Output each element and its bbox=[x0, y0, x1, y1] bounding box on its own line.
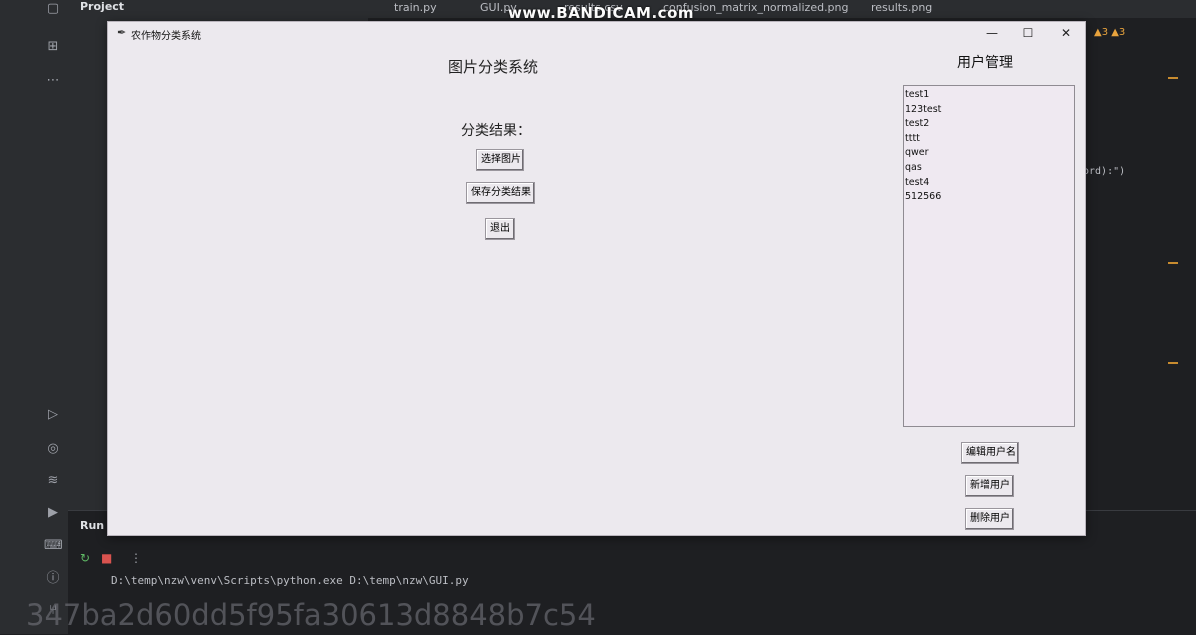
list-item[interactable]: tttt bbox=[905, 132, 1074, 147]
hash-watermark: 347ba2d60dd5f95fa30613d8848b7c54 bbox=[26, 598, 596, 632]
tab-train-py[interactable]: train.py bbox=[394, 0, 437, 16]
more-options-icon[interactable]: ⋮ bbox=[130, 551, 142, 565]
change-marker bbox=[1168, 362, 1178, 364]
delete-user-button[interactable]: 删除用户 bbox=[965, 508, 1014, 530]
list-item[interactable]: test1 bbox=[905, 88, 1074, 103]
save-result-button[interactable]: 保存分类结果 bbox=[466, 182, 535, 204]
change-marker bbox=[1168, 77, 1178, 79]
problems-icon[interactable]: ⓘ bbox=[44, 570, 62, 588]
run-icon[interactable]: ▷ bbox=[44, 406, 62, 424]
window-title: 农作物分类系统 bbox=[131, 31, 201, 42]
warning-count[interactable]: ▲3 ▲3 bbox=[1094, 27, 1125, 38]
ide-tool-strip bbox=[0, 0, 39, 634]
add-user-button[interactable]: 新增用户 bbox=[965, 475, 1014, 497]
editor-tab-bar: train.py GUI.py results.csv confusion_ma… bbox=[368, 0, 1196, 19]
terminal-icon[interactable]: ⌨ bbox=[44, 537, 63, 555]
app-title: 图片分类系统 bbox=[448, 58, 539, 76]
python-console-icon[interactable]: ◎ bbox=[44, 440, 62, 458]
list-item[interactable]: test2 bbox=[905, 117, 1074, 132]
code-fragment: ord):") bbox=[1083, 166, 1126, 177]
more-icon[interactable]: ⋯ bbox=[44, 72, 62, 90]
window-titlebar[interactable]: ✒ 农作物分类系统 — ☐ ✕ bbox=[108, 22, 1085, 44]
list-item[interactable]: 123test bbox=[905, 103, 1074, 118]
feather-icon: ✒ bbox=[117, 26, 127, 39]
exit-button[interactable]: 退出 bbox=[485, 218, 515, 240]
edit-username-button[interactable]: 编辑用户名 bbox=[961, 442, 1019, 464]
minimize-button[interactable]: — bbox=[974, 23, 1010, 43]
layers-icon[interactable]: ≋ bbox=[44, 472, 62, 490]
app-window: ✒ 农作物分类系统 — ☐ ✕ 图片分类系统 分类结果： 选择图片 保存分类结果… bbox=[107, 21, 1086, 536]
select-image-button[interactable]: 选择图片 bbox=[476, 149, 524, 171]
user-management-title: 用户管理 bbox=[957, 55, 1013, 71]
list-item[interactable]: qwer bbox=[905, 146, 1074, 161]
recorder-watermark: www.BANDICAM.com bbox=[508, 4, 695, 22]
structure-icon[interactable]: ⊞ bbox=[44, 38, 62, 56]
tab-results-png[interactable]: results.png bbox=[871, 0, 932, 16]
user-listbox[interactable]: test1 123test test2 tttt qwer qas test4 … bbox=[903, 85, 1075, 427]
list-item[interactable]: 512566 bbox=[905, 190, 1074, 205]
change-marker bbox=[1168, 262, 1178, 264]
rerun-icon[interactable]: ↻ bbox=[80, 551, 90, 565]
maximize-button[interactable]: ☐ bbox=[1010, 23, 1046, 43]
project-icon[interactable]: ▢ bbox=[44, 0, 62, 18]
project-label[interactable]: Project bbox=[80, 0, 124, 14]
stop-icon[interactable]: ■ bbox=[101, 551, 112, 565]
console-output: D:\temp\nzw\venv\Scripts\python.exe D:\t… bbox=[111, 574, 469, 587]
services-icon[interactable]: ▶ bbox=[44, 504, 62, 522]
classification-result-label: 分类结果： bbox=[461, 123, 531, 139]
list-item[interactable]: qas bbox=[905, 161, 1074, 176]
close-button[interactable]: ✕ bbox=[1048, 23, 1084, 43]
run-label[interactable]: Run bbox=[80, 519, 104, 532]
list-item[interactable]: test4 bbox=[905, 176, 1074, 191]
